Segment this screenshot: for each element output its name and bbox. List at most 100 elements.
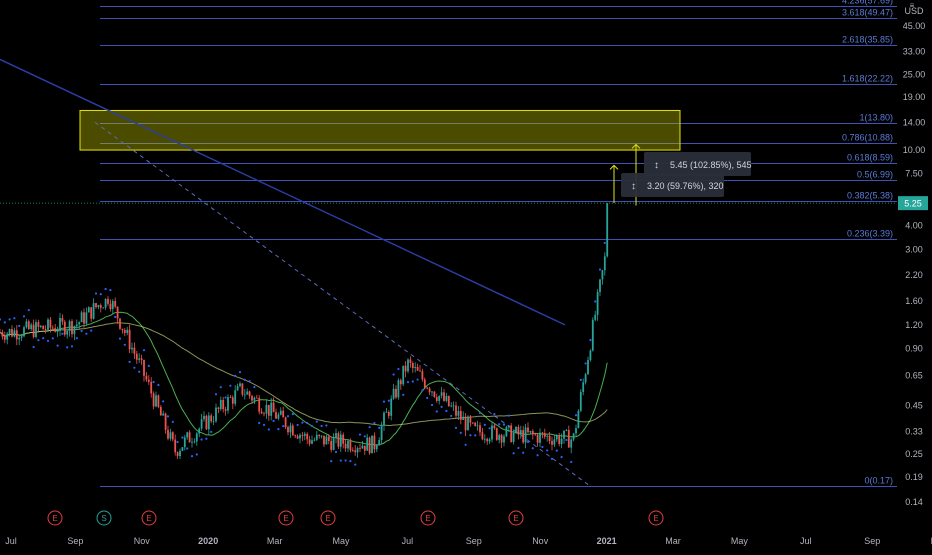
sar-dot <box>334 450 338 454</box>
sar-dot <box>406 380 410 384</box>
sar-dot <box>229 384 232 387</box>
candle-body <box>567 429 570 448</box>
candle-body <box>99 305 102 308</box>
sar-dot <box>27 309 30 312</box>
candle-body <box>469 416 472 423</box>
candle-body <box>332 437 335 450</box>
time-tick: Sep <box>466 536 482 546</box>
candle-body <box>282 410 285 418</box>
candle-body <box>131 347 133 350</box>
candle-body <box>587 360 589 375</box>
candle-body <box>47 319 49 330</box>
candle-body <box>200 419 203 429</box>
candle-body <box>421 371 424 380</box>
candle-body <box>42 325 45 330</box>
candle-body <box>241 383 244 395</box>
sar-dot <box>238 371 242 374</box>
candle-body <box>318 434 321 436</box>
candle-body <box>311 440 313 444</box>
fib-label: 1(13.80) <box>859 113 893 123</box>
candle-body <box>111 301 114 310</box>
candle-body <box>35 322 37 337</box>
candle-body <box>54 328 57 332</box>
candle-body <box>107 298 109 304</box>
candle-body <box>301 434 304 436</box>
sar-dot <box>133 366 136 369</box>
sar-dot <box>469 434 472 437</box>
sar-dot <box>286 415 290 418</box>
resistance-zone[interactable] <box>79 109 681 151</box>
sar-dot <box>296 423 299 427</box>
candle-body <box>263 413 265 415</box>
earnings-marker-letter: E <box>146 514 151 523</box>
sar-dot <box>344 459 347 462</box>
sar-dot <box>531 447 534 450</box>
sar-dot <box>459 431 462 435</box>
stock-chart[interactable]: 4.236(57.69) 3.618(49.47) 2.618(35.85) 1.61… <box>0 0 932 550</box>
candle-body <box>570 439 573 448</box>
earnings-marker-letter: E <box>283 514 288 523</box>
sar-dot <box>262 423 266 426</box>
sar-dot <box>56 344 59 347</box>
candle-body <box>123 330 126 333</box>
sar-dot <box>411 380 414 383</box>
fib-label: 4.236(57.69) <box>842 0 893 6</box>
sar-dot <box>512 452 515 455</box>
candle-body <box>510 425 513 443</box>
sar-dot <box>138 370 141 373</box>
candle-body <box>92 303 95 319</box>
candle-body <box>212 421 215 423</box>
candle-body <box>116 306 119 319</box>
candle-body <box>349 440 352 451</box>
sar-dot <box>128 360 131 363</box>
sar-dot <box>301 421 304 424</box>
highlight-zone[interactable] <box>79 109 681 151</box>
sar-dot <box>560 455 563 459</box>
sar-dot <box>445 409 448 413</box>
candle-body <box>71 321 73 335</box>
candle-body <box>3 336 6 340</box>
candle-body <box>368 437 371 454</box>
candle-body <box>83 312 85 324</box>
candle-body <box>188 432 191 443</box>
candle-body <box>435 396 438 401</box>
sar-dot <box>142 349 146 352</box>
candle-body <box>217 407 220 410</box>
sar-dot <box>234 374 237 377</box>
fib-label: 3.618(49.47) <box>842 8 893 18</box>
sar-dot <box>416 378 419 381</box>
candle-body <box>205 415 208 430</box>
candle-body <box>224 409 227 411</box>
candle-body <box>390 398 393 416</box>
price-tick: 19.00 <box>903 92 926 102</box>
time-tick: Sep <box>67 536 83 546</box>
currency-label: USD <box>904 6 924 16</box>
fib-label: 2.618(35.85) <box>842 35 893 45</box>
sar-dot <box>421 389 424 392</box>
candle-body <box>414 367 417 368</box>
sar-dot <box>13 317 16 320</box>
candle-body <box>452 405 455 407</box>
candle-body <box>555 435 558 440</box>
candle-body <box>356 447 359 453</box>
candle-body <box>140 358 143 360</box>
measure-icon: ↕ <box>654 160 659 171</box>
candle-body <box>121 328 124 331</box>
sar-dot <box>363 435 366 438</box>
sar-dot <box>46 339 50 343</box>
candle-body <box>426 387 429 389</box>
sar-dot <box>219 386 222 389</box>
candle-body <box>416 367 419 371</box>
candle-body <box>253 397 256 401</box>
candle-body <box>603 256 606 271</box>
candle-body <box>335 433 337 438</box>
candle-body <box>207 415 210 430</box>
candle-body <box>591 319 594 351</box>
candle-body <box>361 445 364 449</box>
candle-body <box>399 380 402 385</box>
earnings-marker-letter: E <box>325 514 330 523</box>
time-tick: Jul <box>402 536 414 546</box>
sar-dot <box>42 337 45 340</box>
sar-dot <box>579 378 582 381</box>
candle-body <box>275 412 277 419</box>
